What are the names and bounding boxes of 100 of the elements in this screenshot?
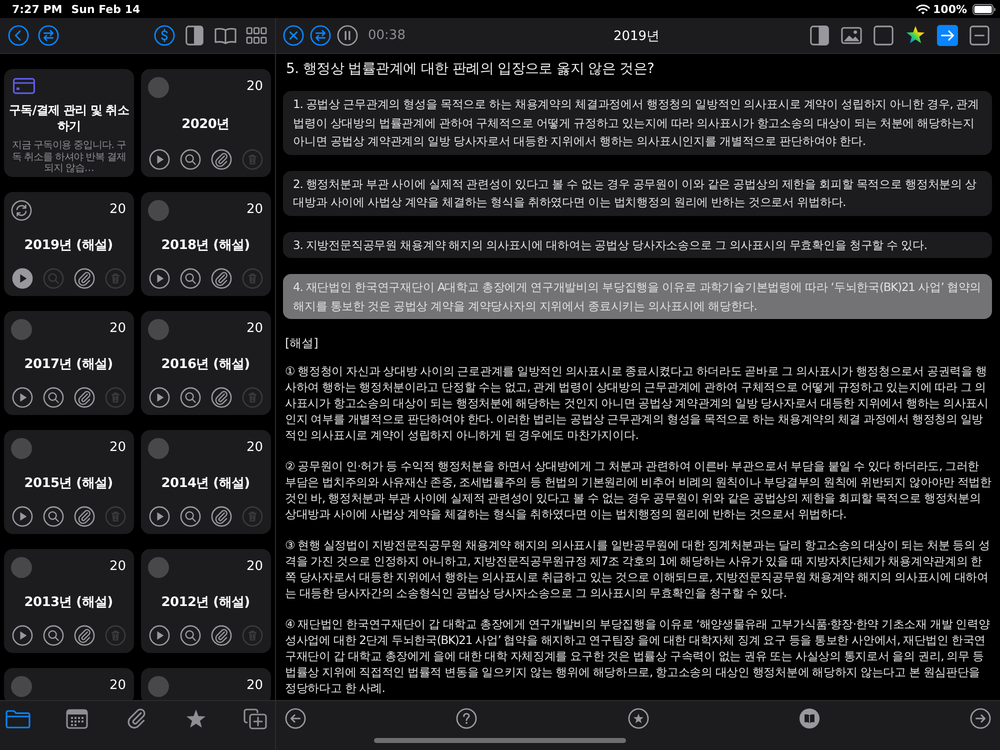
search-icon[interactable] [43, 506, 64, 527]
exam-card[interactable]: 20 2016년 (해설) [141, 311, 271, 415]
question-count: 20 [246, 321, 263, 337]
paperclip-icon[interactable] [74, 268, 95, 289]
card-title: 구독/결제 관리 및 취소하기 [9, 102, 129, 134]
paperclip-icon[interactable] [211, 387, 232, 408]
calendar-icon[interactable] [64, 708, 90, 730]
exam-card[interactable]: 20 2020년 [141, 69, 271, 177]
exam-card[interactable]: 20 2012년 (해설) [141, 549, 271, 653]
close-icon[interactable] [283, 25, 304, 46]
answer-option[interactable]: 4. 재단법인 한국연구재단이 A대학교 총장에게 연구개발비의 부당집행을 이유로 과학기술기본법령에 따라 ‘두뇌한국(BK)21 사업’ 협약의 해지를 통보한 것은 공법상 계약을 계약당사자의 지위에서 종료시키는 의사표시에 해당한다. [283, 274, 992, 319]
question-count: 20 [246, 202, 263, 218]
play-icon[interactable] [149, 625, 170, 646]
timer-text: 00:38 [368, 28, 406, 43]
search-icon[interactable] [180, 268, 201, 289]
exam-card[interactable]: 20 2014년 (해설) [141, 430, 271, 534]
folder-icon[interactable] [5, 708, 31, 730]
paperclip-icon[interactable] [74, 625, 95, 646]
question-count: 20 [109, 440, 126, 456]
swap-arrows-icon[interactable] [310, 25, 331, 46]
paperclip-icon[interactable] [211, 625, 232, 646]
paperclip-icon[interactable] [211, 268, 232, 289]
question-count: 20 [109, 321, 126, 337]
play-icon[interactable] [12, 268, 33, 289]
star-icon[interactable] [905, 25, 926, 46]
square-icon[interactable] [873, 25, 894, 46]
arrow-right-icon[interactable] [970, 708, 991, 729]
paperclip-icon[interactable] [74, 506, 95, 527]
dollar-icon[interactable] [154, 25, 175, 46]
explanation-paragraph: ③ 현행 실정법이 지방전문직공무원 채용계약 해지의 의사표시를 일반공무원에 대한 징계처분과는 달리 항고소송의 대상이 되는 처분 등의 성격을 가진 것으로 인정하지 아니하고, 지방전문직공무원규정 제7조 각호의 1에 해당하는 사유가 있을 때 지방자치단체가 채용계약관계의 한쪽 당사자로서 대등한 지위에서 행하는 의사표시로 취급하고 있는 것으로 이해되므로, 지방전문직공무원 채용계약 해지의 의사표시에 대하여는 대등한 당사자간의 소송형식인 공법상 당사자소송으로 그 의사표시의 무효확인을 청구할 수 있다. [285, 537, 991, 601]
card-title: 2013년 (해설) [23, 594, 114, 610]
book-icon[interactable] [798, 708, 820, 729]
explanation-paragraph: ④ 재단법인 한국연구재단이 갑 대학교 총장에게 연구개발비의 부당집행을 이유로 ‘해양생물유래 고부가식품·향장·한약 기초소재 개발 인력양성사업에 대한 2단계 두뇌한국(BK)21 사업’ 협약을 해지하고 연구팀장 을에 대한 대학자체 징계 요구 등을 통보한 사안에서, 재단법인 한국연구재단이 갑 대학교 총장에게 을에 대한 대학 자체징계를 요구한 것은 법률상 구속력이 없는 권유 또는 사실상의 통지로서 을의 권리, 의무 등 법률상 지위에 직접적인 법률적 변동을 일으키지 않는 행위에 해당하므로, 항고소송의 대상인 행정처분에 해당하지 않는다고 본 원심판단을 정당하다고 한 사례. [285, 616, 991, 696]
card-title: 2014년 (해설) [160, 474, 251, 492]
card-description: 지금 구독이용 중입니다. 구독 취소를 하셔야 반복 결제되지 않습… [11, 140, 127, 174]
card-title: 2017년 (해설) [23, 356, 114, 372]
search-icon[interactable] [180, 387, 201, 408]
paperclip-icon[interactable] [74, 387, 95, 408]
panel-toggle-icon[interactable] [184, 25, 205, 46]
play-icon[interactable] [12, 625, 33, 646]
play-icon[interactable] [149, 149, 170, 170]
question-count: 20 [246, 678, 263, 694]
status-date: Sun Feb 14 [71, 2, 140, 16]
arrow-left-icon[interactable] [285, 708, 306, 729]
pause-icon[interactable] [337, 25, 358, 46]
card-title: 2015년 (해설) [23, 474, 114, 492]
exam-title: 2019년 [613, 28, 660, 44]
answer-option[interactable]: 2. 행정처분과 부관 사이에 실제적 관련성이 있다고 볼 수 없는 경우 공무원이 이와 같은 공법상의 제한을 회피할 목적으로 행정처분의 상대방과 사이에 사법상 계약을 체결하는 형식을 취하였다면 이는 법치행정의 원리에 반하는 것으로서 위법하다. [283, 170, 992, 216]
card-title: 2019년 (해설) [23, 236, 114, 254]
answer-option[interactable]: 3. 지방전문직공무원 채용계약 해지의 의사표시에 대하여는 공법상 당사자소송으로 그 의사표시의 무효확인을 청구할 수 있다. [283, 232, 992, 258]
book-icon[interactable] [214, 25, 237, 46]
search-icon[interactable] [180, 149, 201, 170]
search-icon[interactable] [43, 387, 64, 408]
help-icon[interactable] [456, 708, 478, 729]
question-count: 20 [246, 440, 263, 456]
card-title: 2018년 (해설) [160, 236, 251, 254]
question-count: 20 [109, 202, 126, 218]
add-copy-icon[interactable] [242, 708, 268, 730]
status-time: 7:27 PM [12, 2, 62, 16]
paperclip-icon[interactable] [211, 506, 232, 527]
question-count: 20 [109, 559, 126, 575]
exam-card[interactable]: 20 2017년 (해설) [4, 311, 134, 415]
card-title: 2016년 (해설) [160, 356, 251, 372]
explanation-paragraph: ② 공무원이 인·허가 등 수익적 행정처분을 하면서 상대방에게 그 처분과 관련하여 이른바 부관으로서 부담을 붙일 수 있다 하더라도, 그러한 부담은 법치주의와 사유재산 존중, 조세법률주의 등 헌법의 기본원리에 비추어 비례의 원칙이나 부당결부의 원칙에 위반되지 않아야만 적법한 것인 바, 행정처분과 부관 사이에 실제적 관련성이 있다고 볼 수 없는 경우 공무원이 위와 같은 공법상의 제한을 회피할 목적으로 행정처분의 상대방과 사이에 사법상 계약을 체결하는 형식을 취하였다면 이는 법치행정의 원리에 반하는 것으로서 위법하다. [285, 458, 992, 522]
play-icon[interactable] [12, 387, 33, 408]
back-icon[interactable] [8, 25, 29, 46]
panel-toggle-icon[interactable] [809, 25, 830, 46]
wifi-icon [916, 4, 930, 14]
paperclip-icon[interactable] [211, 149, 232, 170]
credit-card-icon [13, 78, 35, 94]
play-icon[interactable] [12, 506, 33, 527]
exam-card[interactable]: 20 [141, 668, 271, 700]
subscription-card[interactable]: 구독/결제 관리 및 취소하기 지금 구독이용 중입니다. 구독 취소를 하셔야 반복 결제되지 않습… [4, 69, 134, 177]
image-icon[interactable] [841, 25, 862, 46]
battery-icon [972, 4, 996, 14]
question-count: 20 [246, 79, 263, 95]
battery-percent: 100% [933, 2, 967, 16]
explanation-paragraph: ① 행정청이 자신과 상대방 사이의 근로관계를 일방적인 의사표시로 종료시켰다고 하더라도 곧바로 그 의사표시가 행정청으로서 공권력을 행사하여 행하는 행정처분이라고 단정할 수는 없고, 관계 법령이 상대방의 근무관계에 관하여 구체적으로 어떻게 규정하고 있는지에 따라 그 의사표시가 항고소송의 대상이 되는 행정처분에 해당하는 것인지 아니면 공법상 계약관계의 일방 당사자로서 대등한 지위에서 행하는 의사표시인지 여부를 개별적으로 판단하여야 한다. 이러한 법리는 공법상 근무관계의 형성을 목적으로 하는 채용계약의 체결 과정에서 행정청의 일방적인 의사표시로 계약이 성립하지 아니하게 된 경우에도 마찬가지이다. [285, 363, 990, 443]
exam-card[interactable]: 20 2015년 (해설) [4, 430, 134, 534]
grid-icon[interactable] [246, 25, 267, 46]
exam-card[interactable]: 20 [4, 668, 134, 700]
card-title: 2020년 [180, 116, 230, 132]
search-icon[interactable] [180, 625, 201, 646]
play-icon[interactable] [149, 268, 170, 289]
play-icon[interactable] [149, 387, 170, 408]
swap-arrows-icon[interactable] [38, 25, 59, 46]
card-title: 2012년 (해설) [160, 594, 251, 610]
exam-card[interactable]: 20 2018년 (해설) [141, 192, 271, 296]
search-icon[interactable] [180, 506, 201, 527]
explanation-heading: [해설] [285, 335, 320, 351]
answer-option[interactable]: 1. 공법상 근무관계의 형성을 목적으로 하는 채용계약의 체결과정에서 행정청의 일방적인 의사표시로 계약이 성립하지 아니한 경우, 관계 법령이 상대방의 법률관계에 관하여 구체적으로 어떻게 규정하고 있는지에 따라 의사표시가 항고소송의 대상이 되는 처분에 해당하는지 아니면 공법상 계약관계의 일방 당사자로서 대등한 지위에서 행하는 의사표시인지를 개별적으로 판단하여야 한다. [283, 91, 992, 154]
play-icon[interactable] [149, 506, 170, 527]
exam-card[interactable]: 20 2019년 (해설) [4, 192, 134, 296]
question-text: 5. 행정상 법률관계에 대한 판례의 입장으로 옳지 않은 것은? [286, 60, 656, 79]
question-count: 20 [109, 678, 126, 694]
minus-square-icon[interactable] [969, 25, 990, 46]
search-icon[interactable] [43, 625, 64, 646]
exam-card[interactable]: 20 2013년 (해설) [4, 549, 134, 653]
question-count: 20 [246, 559, 263, 575]
arrow-right-icon[interactable] [937, 25, 958, 46]
